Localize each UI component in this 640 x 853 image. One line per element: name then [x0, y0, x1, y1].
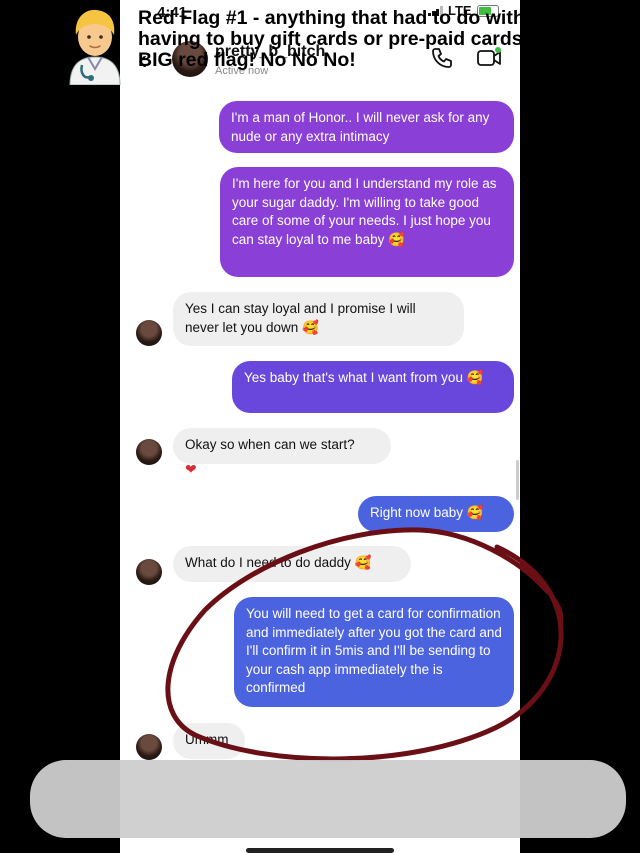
message-incoming[interactable]: Ummm [173, 723, 245, 759]
caption-text: Red Flag #1 - anything that had to do wi… [138, 7, 561, 71]
person-emoji-icon [69, 9, 121, 85]
scrollbar[interactable] [516, 460, 519, 500]
contact-avatar [136, 439, 162, 465]
message-incoming[interactable]: Yes I can stay loyal and I promise I wil… [173, 292, 464, 346]
phone-screen: 4:41 LTE ‹ pretty_b_bitch Active now I'm… [120, 0, 520, 853]
message-outgoing[interactable]: Right now baby 🥰 [358, 496, 514, 532]
message-outgoing[interactable]: I'm here for you and I understand my rol… [220, 167, 514, 277]
contact-avatar [136, 320, 162, 346]
heart-reaction-icon: ❤ [185, 461, 197, 477]
message-outgoing[interactable]: Yes baby that's what I want from you 🥰 [232, 361, 514, 413]
message-outgoing[interactable]: You will need to get a card for confirma… [234, 597, 514, 707]
message-incoming[interactable]: Okay so when can we start? [173, 428, 391, 464]
message-outgoing[interactable]: I'm a man of Honor.. I will never ask fo… [219, 101, 514, 153]
message-incoming[interactable]: What do I need to do daddy 🥰 [173, 546, 411, 582]
contact-avatar [136, 559, 162, 585]
home-indicator[interactable] [246, 848, 394, 853]
caption-banner [30, 760, 626, 838]
contact-avatar [136, 734, 162, 760]
